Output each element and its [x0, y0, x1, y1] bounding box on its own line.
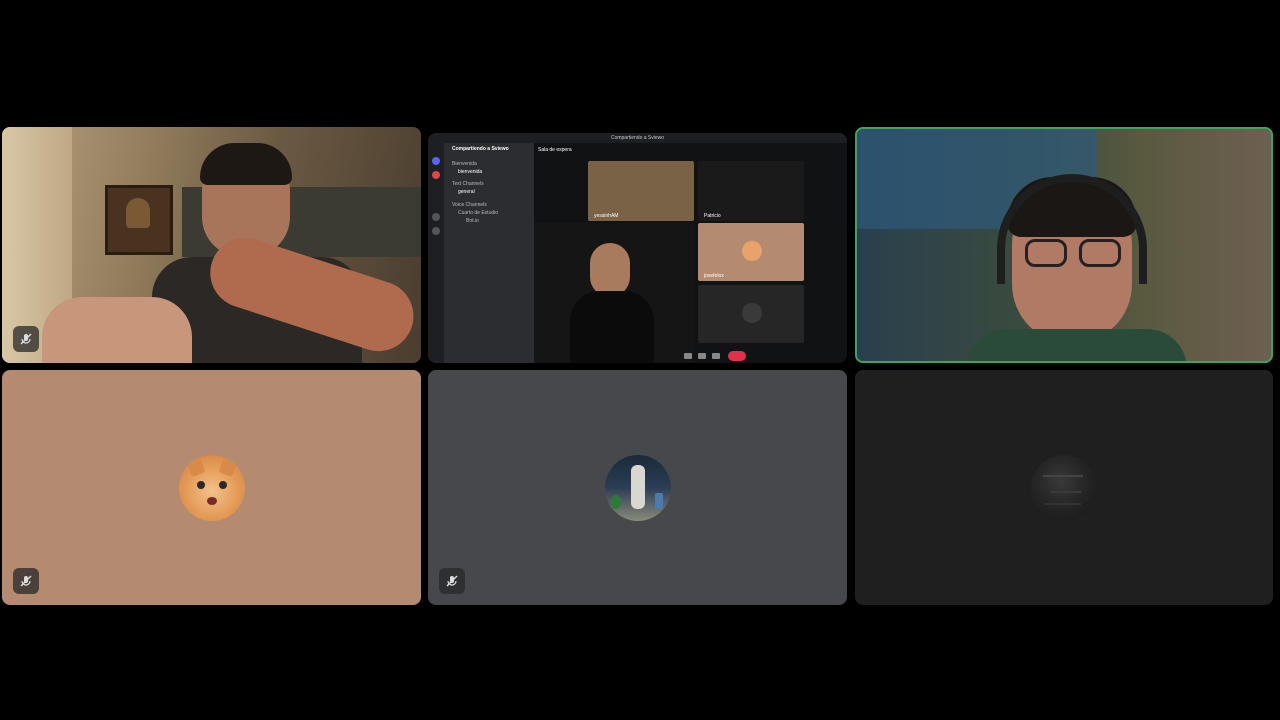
mic-muted-icon [13, 326, 39, 352]
video-feed [857, 129, 1271, 361]
mini-label-2: Patricio [704, 213, 721, 219]
participant-tile-3[interactable] [855, 127, 1273, 363]
mini-tile-main [534, 223, 694, 363]
mini-category-2: Text Channels [452, 181, 484, 187]
mini-person [590, 243, 630, 297]
participant-tile-4[interactable] [2, 370, 421, 605]
mini-tile-1: yessinhAM [588, 161, 694, 221]
mini-end-call-button [728, 351, 746, 361]
statue-avatar [604, 454, 671, 521]
participant-tile-screenshare[interactable]: Compartiendo a Sviewo Compartiendo a Svi… [428, 133, 847, 363]
mini-server-rail [428, 143, 444, 363]
mini-server-name: Compartiendo a Sviewo [452, 146, 509, 152]
cat-avatar [178, 454, 245, 521]
mic-muted-icon [13, 568, 39, 594]
participant-tile-1[interactable] [2, 127, 421, 363]
person-hair [200, 143, 292, 185]
mini-channel-2: general [458, 189, 475, 195]
glasses [1025, 239, 1125, 269]
mini-tile-2: Patricio [698, 161, 804, 221]
participant-tile-5[interactable] [428, 370, 847, 605]
participant-tile-6[interactable] [855, 370, 1273, 605]
person-hand [42, 297, 192, 363]
mini-label-3: josefelox [704, 273, 724, 279]
person-body [967, 329, 1187, 361]
mini-tile-3: josefelox [698, 223, 804, 281]
mic-muted-icon [439, 568, 465, 594]
mini-label-1: yessinhAM [594, 213, 619, 219]
dark-texture-avatar [1031, 454, 1097, 521]
framed-painting [105, 185, 173, 255]
mini-voice-header: Sala de espera [538, 147, 572, 153]
mini-channel-4: Bot.io [466, 218, 479, 224]
mini-window-title: Compartiendo a Sviewo [428, 133, 847, 143]
mini-voice-area: Sala de espera yessinhAM Patricio josefe… [534, 143, 847, 363]
mini-category-1: Bienvenida [452, 161, 477, 167]
video-feed [2, 127, 421, 363]
mini-tile-4 [698, 285, 804, 343]
mini-channel-1: bienvenida [458, 169, 483, 175]
mini-channel-3: Cuarto de Estudio [458, 210, 499, 216]
mini-category-3: Voice Channels [452, 202, 487, 208]
